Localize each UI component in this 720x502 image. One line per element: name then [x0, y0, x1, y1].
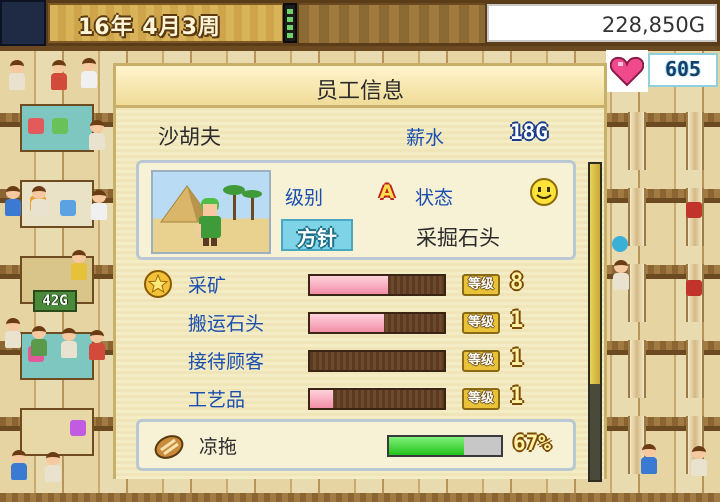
level-tag: 等级 — [462, 388, 500, 410]
rank-label: 级别 — [285, 187, 324, 209]
skill-progress-bar — [308, 312, 446, 334]
shop-price: 42G — [42, 293, 68, 309]
equipment-panel[interactable]: 凉拖 67% — [136, 419, 576, 471]
pillar — [628, 340, 646, 398]
heart-icon — [610, 56, 644, 87]
goods-item — [28, 118, 44, 134]
skill-progress-bar — [308, 388, 446, 410]
scrollbar-thumb[interactable] — [590, 164, 600, 384]
goods-item — [60, 200, 76, 216]
townsperson[interactable] — [90, 190, 108, 220]
townsperson[interactable] — [10, 450, 28, 480]
skill-name: 接待顾客 — [188, 351, 265, 373]
skill-progress-bar — [308, 274, 446, 296]
townsperson[interactable] — [30, 326, 48, 356]
pillar — [686, 112, 704, 170]
employee-name: 沙胡夫 — [158, 125, 221, 149]
townsperson[interactable] — [4, 186, 22, 216]
policy-button-label: 方针 — [297, 226, 337, 250]
top-bar-decoration — [299, 3, 485, 43]
townsperson[interactable] — [8, 60, 26, 90]
dialog-title: 员工信息 — [315, 79, 404, 104]
level-tag: 等级 — [462, 274, 500, 296]
game-date: 16年 4月3周 — [78, 15, 221, 40]
current-task: 采掘石头 — [416, 226, 500, 250]
skill-name: 工艺品 — [188, 389, 246, 411]
townsperson[interactable] — [44, 452, 62, 482]
popularity-counter: 605 — [648, 53, 718, 87]
equipment-durability-fill — [389, 437, 465, 455]
pillar — [628, 188, 646, 246]
shop-price-sign: 42G — [33, 290, 77, 312]
pillar — [628, 112, 646, 170]
equipment-durability-bar — [387, 435, 503, 457]
popularity-value: 605 — [664, 57, 702, 81]
date-panel: 16年 4月3周 — [48, 3, 284, 43]
equipment-durability-percent: 67% — [513, 431, 551, 455]
skill-level: 8 — [510, 270, 524, 295]
skill-progress-bar — [308, 350, 446, 372]
salary-value: 18G — [510, 120, 548, 144]
skill-row: 搬运石头 等级 1 — [136, 306, 576, 338]
skill-name: 采矿 — [188, 275, 227, 297]
equipment-name: 凉拖 — [199, 436, 238, 458]
popularity-heart — [606, 50, 648, 92]
star-icon — [144, 270, 172, 298]
skill-level: 1 — [510, 346, 524, 371]
dialog-title-bar: 员工信息 — [116, 66, 604, 108]
level-tag: 等级 — [462, 350, 500, 372]
skill-row: 工艺品 等级 1 — [136, 382, 576, 414]
menu-button[interactable] — [0, 0, 46, 46]
skill-row: 采矿 等级 8 — [136, 268, 576, 300]
skill-progress-fill — [310, 314, 384, 332]
skill-level: 1 — [510, 384, 524, 409]
townsperson[interactable] — [50, 60, 68, 90]
dialog-scrollbar[interactable] — [588, 162, 602, 482]
employee-portrait — [151, 170, 271, 254]
skill-progress-fill — [310, 276, 388, 294]
rank-value: A — [379, 181, 395, 203]
goods-item — [52, 118, 68, 134]
vase — [686, 202, 702, 218]
vase — [686, 280, 702, 296]
level-tag: 等级 — [462, 312, 500, 334]
employee-info-panel: 级别 A 状态 方针 采掘石头 — [136, 160, 576, 260]
skill-name: 搬运石头 — [188, 313, 265, 335]
townsperson[interactable] — [690, 446, 708, 476]
sandal-icon — [154, 435, 184, 459]
top-bar: 16年 4月3周 228,850G — [0, 0, 720, 46]
salary-label: 薪水 — [406, 127, 445, 149]
rank-badge: A — [374, 181, 400, 207]
status-label: 状态 — [415, 187, 454, 209]
townsperson[interactable] — [640, 444, 658, 474]
pillar — [628, 264, 646, 322]
goods-item — [70, 420, 86, 436]
skill-row: 接待顾客 等级 1 — [136, 344, 576, 376]
townsperson[interactable] — [30, 186, 48, 216]
townsperson[interactable] — [4, 318, 22, 348]
smiley-face-icon — [530, 178, 558, 206]
speed-indicator[interactable] — [283, 3, 297, 43]
money-value: 228,850G — [601, 13, 705, 37]
employee-info-dialog: 员工信息 沙胡夫 薪水 18G 级别 A 状态 方针 采掘石头 采矿 等级 8 … — [113, 63, 607, 482]
townsperson[interactable] — [88, 330, 106, 360]
townsperson[interactable] — [70, 250, 88, 280]
skill-progress-fill — [310, 390, 333, 408]
pyramid-scene-image — [160, 185, 262, 246]
skill-level: 1 — [510, 308, 524, 333]
townsperson[interactable] — [60, 328, 78, 358]
money-display: 228,850G — [487, 4, 717, 42]
policy-button[interactable]: 方针 — [281, 219, 353, 251]
townsperson[interactable] — [80, 58, 98, 88]
townsperson[interactable] — [612, 260, 630, 290]
pillar — [686, 340, 704, 398]
vase — [612, 236, 628, 252]
townsperson[interactable] — [88, 120, 106, 150]
